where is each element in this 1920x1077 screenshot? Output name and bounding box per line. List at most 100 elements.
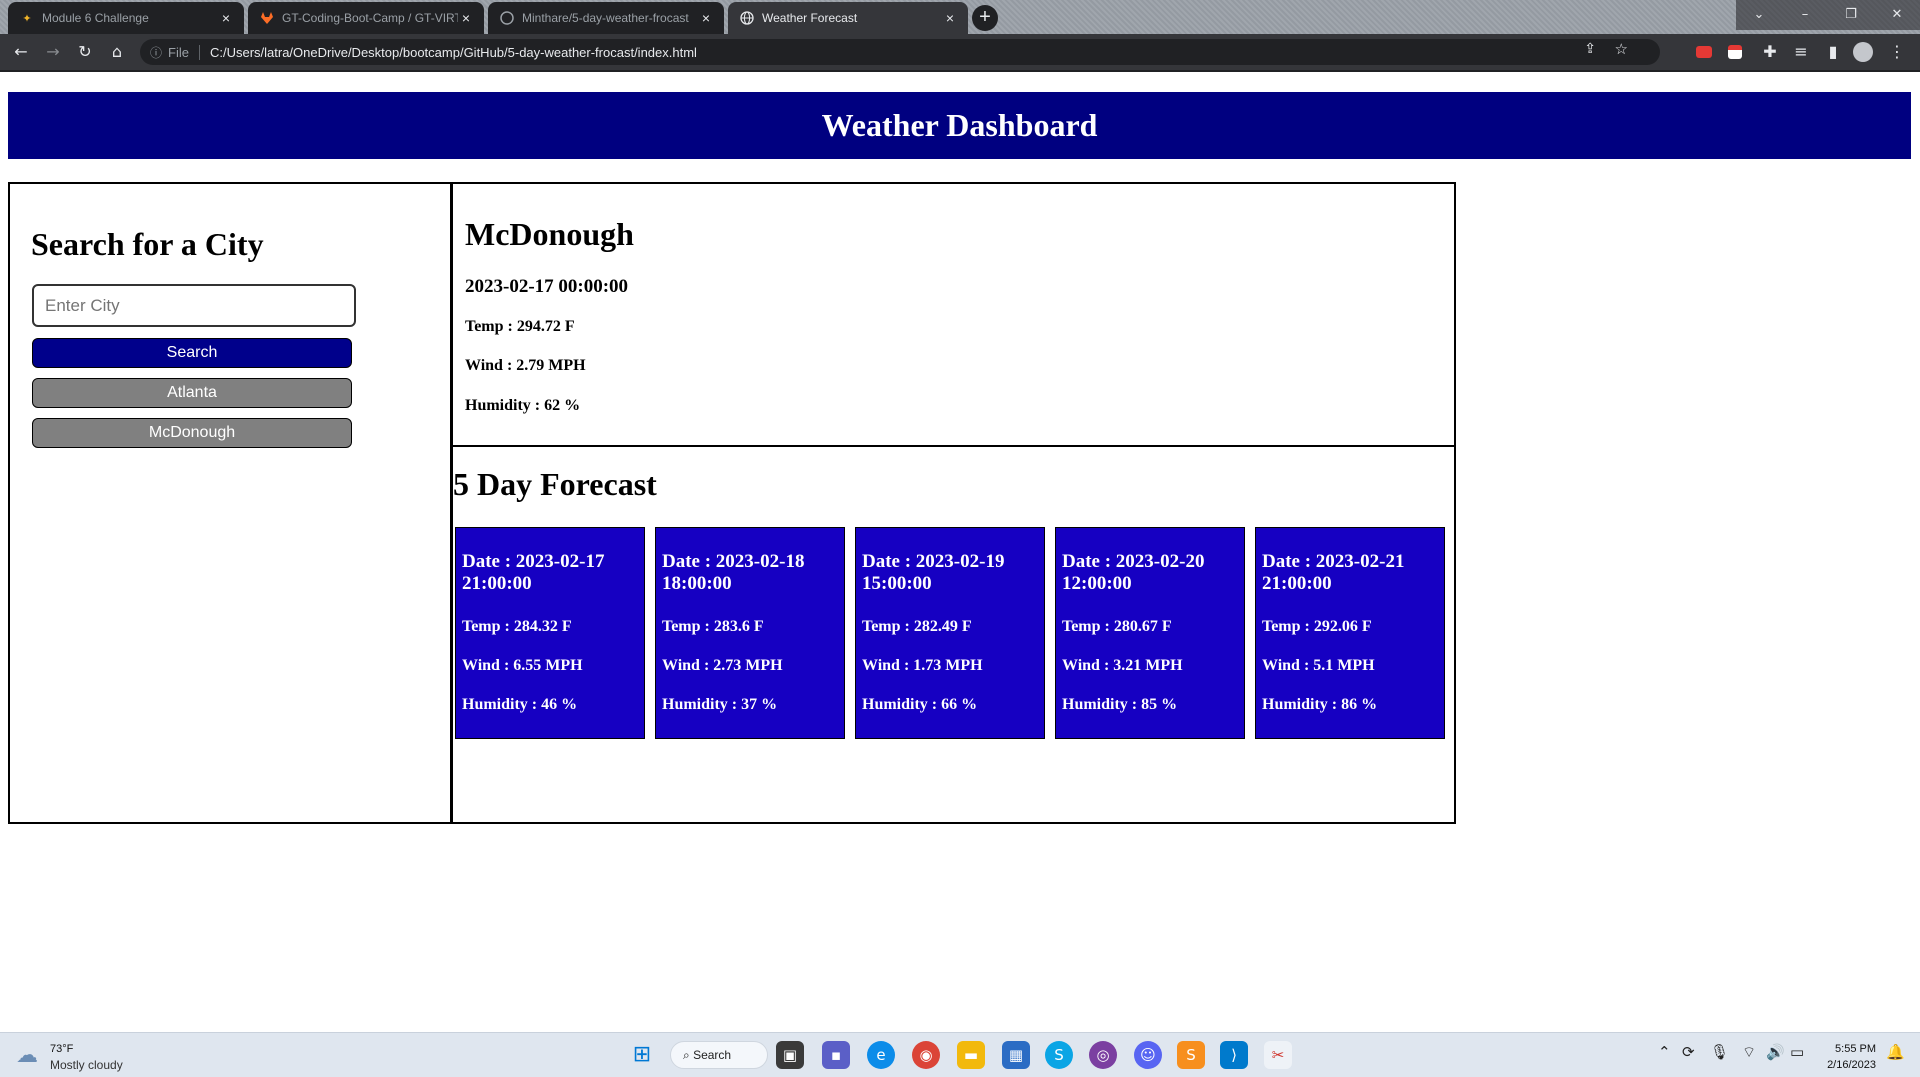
forecast-temp: Temp : 282.49 F <box>862 618 972 635</box>
forecast-humidity: Humidity : 86 % <box>1262 696 1378 713</box>
forecast-card: Date : 2023-02-21 21:00:00 Temp : 292.06… <box>1255 527 1445 739</box>
bookmark-star-icon[interactable]: ☆ <box>1615 40 1628 58</box>
skype-icon[interactable]: S <box>1045 1041 1073 1069</box>
tab-module-6-challenge[interactable]: ✦ Module 6 Challenge × <box>8 2 244 34</box>
file-explorer-icon[interactable]: ▬ <box>957 1041 985 1069</box>
close-icon[interactable]: × <box>698 10 714 26</box>
forecast-wind: Wind : 2.73 MPH <box>662 657 783 674</box>
sync-icon[interactable]: ⟳ <box>1682 1043 1695 1061</box>
chevron-down-icon[interactable]: ⌄ <box>1736 0 1782 30</box>
side-panel-icon[interactable]: ▮ <box>1820 34 1846 70</box>
search-icon: ⌕ <box>683 1048 690 1062</box>
forecast-title: 5 Day Forecast <box>453 466 657 502</box>
search-heading: Search for a City <box>31 226 264 262</box>
forecast-date: Date : 2023-02-20 12:00:00 <box>1062 551 1205 594</box>
clock-time[interactable]: 5:55 PM <box>1830 1043 1876 1055</box>
edge-icon[interactable]: e <box>867 1041 895 1069</box>
notification-icon[interactable]: 🔔 <box>1886 1043 1905 1061</box>
github-desktop-icon[interactable]: ◎ <box>1089 1041 1117 1069</box>
puzzle-icon[interactable]: ✚ <box>1757 34 1783 70</box>
page-title: Weather Dashboard <box>8 92 1911 159</box>
browser-toolbar: ← → ↻ ⌂ ⓘ File C:/Users/latra/OneDrive/D… <box>0 34 1920 70</box>
microphone-icon[interactable]: 🎙 <box>1710 1043 1729 1061</box>
teams-icon[interactable]: ▪ <box>822 1041 850 1069</box>
taskbar-search[interactable]: ⌕ Search <box>670 1041 768 1069</box>
back-icon[interactable]: ← <box>8 34 34 70</box>
forecast-card: Date : 2023-02-18 18:00:00 Temp : 283.6 … <box>655 527 845 739</box>
close-icon[interactable]: × <box>458 10 474 26</box>
vscode-icon[interactable]: ⟩ <box>1220 1041 1248 1069</box>
wifi-icon[interactable]: ⌔ <box>1742 1043 1756 1062</box>
new-tab-button[interactable]: + <box>972 5 998 31</box>
sublime-text-icon[interactable]: S <box>1177 1041 1205 1069</box>
discord-icon[interactable]: ☺ <box>1134 1041 1162 1069</box>
tab-label: Module 6 Challenge <box>42 11 149 25</box>
extension-calendar-icon[interactable] <box>1728 45 1742 59</box>
close-icon[interactable]: × <box>942 10 958 26</box>
history-button-atlanta[interactable]: Atlanta <box>32 378 352 408</box>
current-humidity: Humidity : 62 % <box>465 397 581 414</box>
menu-icon[interactable]: ⋮ <box>1884 34 1910 70</box>
history-button-mcdonough[interactable]: McDonough <box>32 418 352 448</box>
forecast-humidity: Humidity : 37 % <box>662 696 778 713</box>
forecast-temp: Temp : 280.67 F <box>1062 618 1172 635</box>
forecast-card: Date : 2023-02-19 15:00:00 Temp : 282.49… <box>855 527 1045 739</box>
media-queue-icon[interactable]: ≡ <box>1788 34 1814 70</box>
forecast-wind: Wind : 1.73 MPH <box>862 657 983 674</box>
clock-date[interactable]: 2/16/2023 <box>1820 1059 1876 1071</box>
close-window-button[interactable]: ✕ <box>1874 0 1920 30</box>
battery-icon[interactable]: ▭ <box>1790 1043 1804 1061</box>
store-icon[interactable]: ▦ <box>1002 1041 1030 1069</box>
tab-label: Weather Forecast <box>762 11 858 25</box>
forecast-temp: Temp : 284.32 F <box>462 618 572 635</box>
info-icon[interactable]: ⓘ <box>150 44 162 61</box>
minimize-button[interactable]: – <box>1782 0 1828 30</box>
reload-icon[interactable]: ↻ <box>72 34 98 70</box>
weather-description[interactable]: Mostly cloudy <box>50 1058 123 1072</box>
share-icon[interactable]: ⇪ <box>1584 41 1596 57</box>
home-icon[interactable]: ⌂ <box>104 34 130 70</box>
weather-temp[interactable]: 73°F <box>50 1043 73 1055</box>
forecast-wind: Wind : 6.55 MPH <box>462 657 583 674</box>
browser-tabstrip: ✦ Module 6 Challenge × GT-Coding-Boot-Ca… <box>0 0 1920 34</box>
forecast-humidity: Humidity : 46 % <box>462 696 578 713</box>
current-wind: Wind : 2.79 MPH <box>465 357 586 374</box>
chevron-up-icon[interactable]: ⌃ <box>1658 1043 1671 1061</box>
city-search-input[interactable] <box>32 284 356 327</box>
search-panel: Search for a City Search Atlanta McDonou… <box>8 182 452 824</box>
snipping-tool-icon[interactable]: ✂ <box>1264 1041 1292 1069</box>
forecast-date: Date : 2023-02-17 21:00:00 <box>462 551 605 594</box>
forecast-card: Date : 2023-02-17 21:00:00 Temp : 284.32… <box>455 527 645 739</box>
forecast-wind: Wind : 3.21 MPH <box>1062 657 1183 674</box>
current-temp: Temp : 294.72 F <box>465 318 575 335</box>
search-button[interactable]: Search <box>32 338 352 368</box>
extension-red-icon[interactable] <box>1696 46 1712 58</box>
cloud-icon[interactable]: ☁ <box>16 1042 38 1068</box>
profile-avatar[interactable] <box>1853 42 1873 62</box>
forecast-date: Date : 2023-02-21 21:00:00 <box>1262 551 1405 594</box>
current-date: 2023-02-17 00:00:00 <box>465 276 629 297</box>
gitlab-icon <box>260 11 274 25</box>
task-view-icon[interactable]: ▣ <box>776 1041 804 1069</box>
forward-icon[interactable]: → <box>40 34 66 70</box>
tab-weather-forecast[interactable]: Weather Forecast × <box>728 2 968 34</box>
chrome-icon[interactable]: ◉ <box>912 1041 940 1069</box>
address-url[interactable]: C:/Users/latra/OneDrive/Desktop/bootcamp… <box>210 45 697 60</box>
forecast-card: Date : 2023-02-20 12:00:00 Temp : 280.67… <box>1055 527 1245 739</box>
forecast-humidity: Humidity : 66 % <box>862 696 978 713</box>
address-bar[interactable]: ⓘ File C:/Users/latra/OneDrive/Desktop/b… <box>140 39 1660 65</box>
star-icon: ✦ <box>22 12 32 25</box>
tab-gitlab[interactable]: GT-Coding-Boot-Camp / GT-VIRT × <box>248 2 484 34</box>
windows-start-icon[interactable]: ⊞ <box>628 1041 656 1069</box>
volume-icon[interactable]: 🔊 <box>1766 1043 1785 1061</box>
current-weather: McDonough 2023-02-17 00:00:00 Temp : 294… <box>453 184 1454 447</box>
restore-button[interactable]: ❐ <box>1828 0 1874 30</box>
taskbar-search-label: Search <box>693 1048 732 1062</box>
forecast-date: Date : 2023-02-18 18:00:00 <box>662 551 805 594</box>
close-icon[interactable]: × <box>218 10 234 26</box>
divider <box>0 70 1920 72</box>
address-scheme: File <box>168 44 200 60</box>
window-controls: ⌄ – ❐ ✕ <box>1736 0 1920 30</box>
tab-github[interactable]: Minthare/5-day-weather-frocast × <box>488 2 724 34</box>
tab-label: GT-Coding-Boot-Camp / GT-VIRT <box>282 11 458 25</box>
